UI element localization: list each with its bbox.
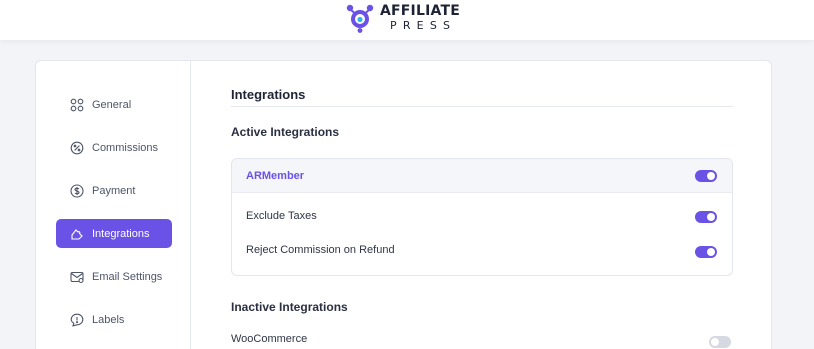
woocommerce-label: WooCommerce	[231, 333, 308, 345]
integration-header: ARMember	[232, 159, 732, 193]
armember-toggle[interactable]	[695, 170, 717, 182]
sidebar-item-label: Email Settings	[92, 270, 163, 283]
top-header-bar: AFFILIATE PRESS	[0, 0, 814, 40]
active-integrations-heading: Active Integrations	[231, 125, 340, 139]
reject-commission-label: Reject Commission on Refund	[246, 244, 395, 256]
sidebar-item-label: Commissions	[92, 141, 159, 154]
sidebar-item-label: Payment	[92, 184, 136, 197]
affiliatepress-logo: AFFILIATE PRESS	[344, 1, 460, 33]
title-divider	[231, 106, 733, 107]
armember-integration-card: ARMember Exclude Taxes Reject Commission…	[231, 158, 733, 276]
grid-icon	[70, 98, 84, 111]
sidebar-item-label: Integrations	[92, 227, 150, 240]
chat-alert-icon	[70, 313, 84, 327]
settings-sidebar: General Commissions Payment Integrations	[36, 61, 191, 349]
integration-name: ARMember	[246, 170, 305, 182]
logo-mark-icon	[346, 4, 374, 33]
puzzle-icon	[71, 228, 83, 240]
logo-text-press: PRESS	[390, 18, 457, 32]
sidebar-item-general[interactable]: General	[56, 90, 172, 119]
percent-badge-icon	[70, 141, 84, 154]
mail-settings-icon	[70, 271, 84, 283]
inactive-integrations-heading: Inactive Integrations	[231, 300, 348, 314]
page-title: Integrations	[231, 87, 306, 102]
exclude-taxes-toggle[interactable]	[695, 211, 717, 223]
sidebar-item-payment[interactable]: Payment	[56, 176, 172, 205]
sidebar-item-label: General	[92, 98, 132, 111]
sidebar-item-email-settings[interactable]: Email Settings	[56, 262, 172, 291]
sidebar-item-label: Labels	[92, 313, 125, 326]
settings-card: General Commissions Payment Integrations	[35, 60, 772, 349]
sidebar-item-commissions[interactable]: Commissions	[56, 133, 172, 162]
reject-commission-toggle[interactable]	[695, 246, 717, 258]
sidebar-item-labels[interactable]: Labels	[56, 305, 172, 334]
sidebar-item-integrations[interactable]: Integrations	[56, 219, 172, 248]
logo-text-affiliate: AFFILIATE	[380, 2, 460, 19]
exclude-taxes-label: Exclude Taxes	[246, 210, 317, 222]
woocommerce-toggle[interactable]	[709, 336, 731, 348]
integrations-panel: Integrations Active Integrations ARMembe…	[231, 61, 741, 349]
dollar-circle-icon	[70, 183, 84, 198]
